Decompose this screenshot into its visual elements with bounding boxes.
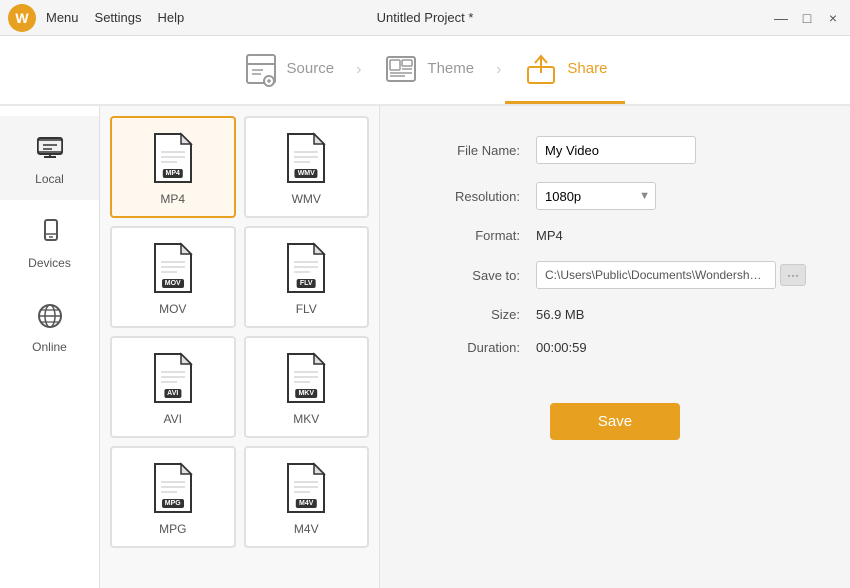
sidebar-online-label: Online	[32, 340, 67, 354]
window-title: Untitled Project *	[377, 10, 474, 25]
maximize-button[interactable]: □	[798, 10, 816, 26]
file-name-row: File Name:	[420, 136, 810, 164]
wizard-step-theme[interactable]: Theme	[365, 36, 492, 104]
settings-panel: File Name: Resolution: 720p 1080p 4K ▼ F…	[380, 106, 850, 588]
duration-label: Duration:	[420, 340, 520, 355]
format-area: MP4 MP4 WMV	[100, 106, 380, 588]
local-icon	[32, 130, 68, 166]
resolution-select-wrapper: 720p 1080p 4K ▼	[536, 182, 656, 210]
mkv-badge: MKV	[295, 389, 317, 398]
theme-icon	[383, 51, 419, 87]
mpg-badge: MPG	[162, 499, 184, 508]
sidebar-item-local[interactable]: Local	[0, 116, 99, 200]
menu-item-help[interactable]: Help	[158, 10, 185, 25]
resolution-select[interactable]: 720p 1080p 4K	[536, 182, 656, 210]
sidebar-item-online[interactable]: Online	[0, 284, 99, 368]
format-row: Format: MP4	[420, 228, 810, 243]
source-icon	[243, 51, 279, 87]
wmv-label: WMV	[292, 192, 321, 206]
mkv-doc-icon: MKV	[284, 352, 328, 404]
window-controls: — □ ×	[772, 10, 842, 26]
mpg-doc-icon: MPG	[151, 462, 195, 514]
theme-step-label: Theme	[427, 60, 474, 77]
flv-doc-icon: FLV	[284, 242, 328, 294]
save-to-label: Save to:	[420, 268, 520, 283]
format-item-wmv[interactable]: WMV WMV	[244, 116, 370, 218]
close-button[interactable]: ×	[824, 10, 842, 26]
size-row: Size: 56.9 MB	[420, 307, 810, 322]
format-item-m4v[interactable]: M4V M4V	[244, 446, 370, 548]
wizard-arrow-2: ›	[496, 61, 501, 79]
file-name-label: File Name:	[420, 143, 520, 158]
wmv-badge: WMV	[295, 169, 318, 178]
format-item-mkv[interactable]: MKV MKV	[244, 336, 370, 438]
flv-label: FLV	[296, 302, 317, 316]
sidebar-local-label: Local	[35, 172, 64, 186]
share-icon	[523, 51, 559, 87]
wizard-arrow-1: ›	[356, 61, 361, 79]
titlebar-menu: Menu Settings Help	[46, 10, 184, 25]
mp4-doc-icon: MP4	[151, 132, 195, 184]
file-name-input[interactable]	[536, 136, 696, 164]
format-item-flv[interactable]: FLV FLV	[244, 226, 370, 328]
minimize-button[interactable]: —	[772, 10, 790, 26]
save-to-input[interactable]	[536, 261, 776, 289]
format-item-mpg[interactable]: MPG MPG	[110, 446, 236, 548]
resolution-row: Resolution: 720p 1080p 4K ▼	[420, 182, 810, 210]
wizard-step-source[interactable]: Source	[225, 36, 353, 104]
mkv-label: MKV	[293, 412, 319, 426]
duration-value: 00:00:59	[536, 340, 587, 355]
mov-label: MOV	[159, 302, 186, 316]
format-label: Format:	[420, 228, 520, 243]
mov-badge: MOV	[162, 279, 184, 288]
resolution-label: Resolution:	[420, 189, 520, 204]
mpg-label: MPG	[159, 522, 186, 536]
app-logo: W	[8, 4, 36, 32]
mp4-label: MP4	[160, 192, 185, 206]
browse-button[interactable]: ···	[780, 264, 806, 286]
save-to-row: Save to: ···	[420, 261, 810, 289]
duration-row: Duration: 00:00:59	[420, 340, 810, 355]
format-value: MP4	[536, 228, 563, 243]
sidebar: Local Devices	[0, 106, 100, 588]
wizard-bar: Source › Theme › Share	[0, 36, 850, 106]
sidebar-item-devices[interactable]: Devices	[0, 200, 99, 284]
format-item-mov[interactable]: MOV MOV	[110, 226, 236, 328]
menu-item-menu[interactable]: Menu	[46, 10, 79, 25]
format-scroll[interactable]: MP4 MP4 WMV	[100, 106, 379, 588]
online-icon	[32, 298, 68, 334]
source-step-label: Source	[287, 60, 335, 77]
m4v-badge: M4V	[296, 499, 316, 508]
avi-label: AVI	[164, 412, 182, 426]
devices-icon	[32, 214, 68, 250]
size-label: Size:	[420, 307, 520, 322]
avi-doc-icon: AVI	[151, 352, 195, 404]
wmv-doc-icon: WMV	[284, 132, 328, 184]
format-item-mp4[interactable]: MP4 MP4	[110, 116, 236, 218]
share-step-label: Share	[567, 60, 607, 77]
wizard-step-share[interactable]: Share	[505, 36, 625, 104]
format-item-avi[interactable]: AVI AVI	[110, 336, 236, 438]
m4v-doc-icon: M4V	[284, 462, 328, 514]
m4v-label: M4V	[294, 522, 319, 536]
mp4-badge: MP4	[163, 169, 183, 178]
menu-item-settings[interactable]: Settings	[95, 10, 142, 25]
mov-doc-icon: MOV	[151, 242, 195, 294]
size-value: 56.9 MB	[536, 307, 584, 322]
flv-badge: FLV	[297, 279, 316, 288]
save-button[interactable]: Save	[550, 403, 680, 440]
avi-badge: AVI	[164, 389, 181, 398]
titlebar: W Menu Settings Help Untitled Project * …	[0, 0, 850, 36]
main-content: Local Devices	[0, 106, 850, 588]
sidebar-devices-label: Devices	[28, 256, 71, 270]
format-grid: MP4 MP4 WMV	[110, 116, 369, 548]
